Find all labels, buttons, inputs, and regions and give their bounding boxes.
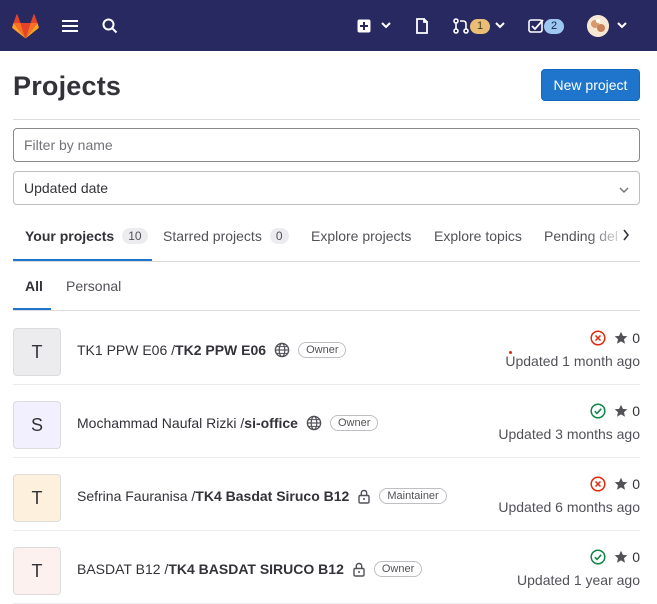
- page-title: Projects: [13, 71, 122, 101]
- active-tab-indicator: [13, 259, 152, 261]
- chevron-down-icon[interactable]: [380, 19, 392, 31]
- issues-icon[interactable]: [413, 17, 431, 35]
- chevron-down-icon[interactable]: [494, 19, 506, 31]
- red-dot-marker: [509, 351, 512, 354]
- sort-dropdown[interactable]: Updated date: [13, 171, 640, 205]
- star-count[interactable]: 0: [632, 403, 640, 419]
- project-meta: 0 Updated 1 year ago: [517, 547, 640, 588]
- project-namespace: BASDAT B12 /: [77, 561, 169, 577]
- projects-tabs: Your projects 10 Starred projects 0 Expl…: [13, 211, 640, 262]
- avatar-initial: S: [30, 414, 43, 435]
- tab-explore-projects[interactable]: Explore projects: [311, 211, 411, 261]
- tab-label: Starred projects: [163, 228, 262, 244]
- chevron-down-icon: [619, 180, 629, 196]
- pipeline-failed-icon[interactable]: [590, 330, 606, 346]
- star-count[interactable]: 0: [632, 330, 640, 346]
- project-namespace: TK1 PPW E06 /: [77, 342, 176, 358]
- project-row[interactable]: T Sefrina Fauranisa / TK4 Basdat Siruco …: [13, 458, 640, 531]
- project-name-link[interactable]: Mochammad Naufal Rizki / si-office Owner: [77, 415, 379, 431]
- pipeline-passed-icon[interactable]: [590, 403, 606, 419]
- tab-count-badge: 10: [122, 228, 148, 244]
- project-meta: 0 Updated 3 months ago: [498, 401, 640, 442]
- search-icon[interactable]: [101, 17, 119, 35]
- tab-explore-topics[interactable]: Explore topics: [434, 211, 522, 261]
- project-avatar[interactable]: T: [13, 474, 61, 522]
- chevron-down-icon[interactable]: [616, 19, 628, 31]
- globe-icon: [274, 342, 290, 358]
- chevron-right-icon[interactable]: [622, 229, 630, 241]
- tab-your-projects[interactable]: Your projects 10: [25, 211, 148, 261]
- updated-timestamp: Updated 1 year ago: [517, 572, 640, 588]
- role-badge: Owner: [373, 561, 423, 577]
- project-filter-subtabs: All Personal: [13, 262, 640, 311]
- lock-icon: [357, 489, 371, 504]
- todos-count-badge: 2: [544, 19, 564, 34]
- project-namespace: Mochammad Naufal Rizki /: [77, 415, 245, 431]
- project-name-link[interactable]: TK1 PPW E06 / TK2 PPW E06 Owner: [77, 342, 347, 358]
- star-icon: [614, 331, 628, 345]
- hamburger-menu-icon[interactable]: [60, 17, 80, 35]
- avatar-initial: T: [31, 341, 43, 362]
- new-project-button[interactable]: New project: [541, 69, 640, 101]
- updated-timestamp: Updated 6 months ago: [498, 499, 640, 515]
- project-row[interactable]: T TK1 PPW E06 / TK2 PPW E06 Owner 0 Upda…: [13, 312, 640, 385]
- tab-count-badge: 0: [269, 228, 289, 244]
- subtab-all[interactable]: All: [25, 262, 43, 310]
- tab-label: Explore projects: [311, 228, 412, 244]
- star-icon: [614, 477, 628, 491]
- tab-label: Your projects: [25, 228, 115, 244]
- project-name-link[interactable]: BASDAT B12 / TK4 BASDAT SIRUCO B12 Owner: [77, 561, 423, 577]
- avatar-initial: T: [31, 487, 43, 508]
- filter-by-name-input[interactable]: [13, 128, 640, 162]
- role-badge: Owner: [329, 415, 379, 431]
- main-content: Projects New project Updated date Your p…: [0, 51, 657, 604]
- top-navbar: 1 2: [0, 0, 657, 51]
- subtab-personal[interactable]: Personal: [66, 262, 121, 310]
- merge-request-icon[interactable]: [452, 17, 470, 35]
- project-avatar[interactable]: T: [13, 328, 61, 376]
- star-count[interactable]: 0: [632, 549, 640, 565]
- avatar-initial: T: [31, 560, 43, 581]
- pipeline-passed-icon[interactable]: [590, 549, 606, 565]
- updated-timestamp: Updated 1 month ago: [505, 353, 640, 369]
- project-avatar[interactable]: S: [13, 401, 61, 449]
- user-avatar[interactable]: [587, 15, 609, 37]
- divider: [13, 119, 640, 120]
- project-row[interactable]: S Mochammad Naufal Rizki / si-office Own…: [13, 385, 640, 458]
- merge-requests-count-badge: 1: [470, 19, 490, 34]
- globe-icon: [306, 415, 322, 431]
- create-new-icon[interactable]: [356, 18, 372, 34]
- project-name: si-office: [244, 415, 298, 431]
- active-subtab-indicator: [13, 308, 51, 310]
- pipeline-failed-icon[interactable]: [590, 476, 606, 492]
- star-icon: [614, 550, 628, 564]
- role-badge: Maintainer: [379, 488, 447, 504]
- project-meta: 0 Updated 6 months ago: [498, 474, 640, 515]
- todos-icon[interactable]: [527, 17, 545, 35]
- project-namespace: Sefrina Fauranisa /: [77, 488, 196, 504]
- updated-timestamp: Updated 3 months ago: [498, 426, 640, 442]
- project-avatar[interactable]: T: [13, 547, 61, 595]
- project-meta: 0 Updated 1 month ago: [505, 328, 640, 369]
- project-name: TK2 PPW E06: [175, 342, 267, 358]
- star-icon: [614, 404, 628, 418]
- sort-selected-label: Updated date: [24, 180, 109, 196]
- tab-label: Explore topics: [434, 228, 522, 244]
- lock-icon: [352, 562, 366, 577]
- project-name-link[interactable]: Sefrina Fauranisa / TK4 Basdat Siruco B1…: [77, 488, 447, 504]
- role-badge: Owner: [298, 342, 347, 358]
- project-name: TK4 Basdat Siruco B12: [195, 488, 350, 504]
- tab-starred-projects[interactable]: Starred projects 0: [163, 211, 289, 261]
- star-count[interactable]: 0: [632, 476, 640, 492]
- project-row[interactable]: T BASDAT B12 / TK4 BASDAT SIRUCO B12 Own…: [13, 531, 640, 604]
- project-name: TK4 BASDAT SIRUCO B12: [168, 561, 344, 577]
- gitlab-logo-icon[interactable]: [12, 13, 39, 39]
